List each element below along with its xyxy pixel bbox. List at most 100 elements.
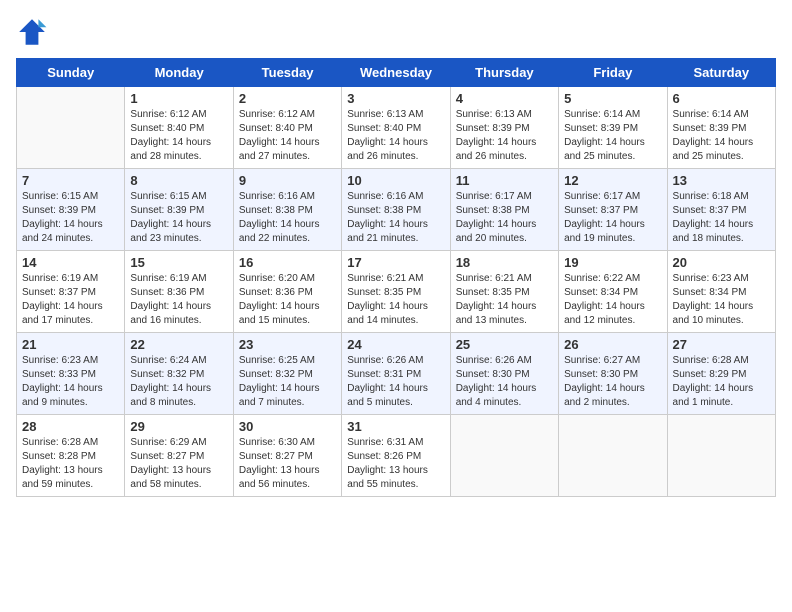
day-number: 5 [564, 91, 661, 106]
weekday-header-thursday: Thursday [450, 59, 558, 87]
week-row-5: 28 Sunrise: 6:28 AM Sunset: 8:28 PM Dayli… [17, 415, 776, 497]
day-number: 8 [130, 173, 227, 188]
day-number: 27 [673, 337, 770, 352]
day-info: Sunrise: 6:19 AM Sunset: 8:37 PM Dayligh… [22, 272, 119, 328]
calendar-cell: 26 Sunrise: 6:27 AM Sunset: 8:30 PM Dayli… [559, 333, 667, 415]
day-number: 7 [22, 173, 119, 188]
day-info: Sunrise: 6:16 AM Sunset: 8:38 PM Dayligh… [347, 190, 444, 246]
calendar-cell: 9 Sunrise: 6:16 AM Sunset: 8:38 PM Daylig… [233, 169, 341, 251]
calendar-cell: 8 Sunrise: 6:15 AM Sunset: 8:39 PM Daylig… [125, 169, 233, 251]
calendar-cell: 12 Sunrise: 6:17 AM Sunset: 8:37 PM Dayli… [559, 169, 667, 251]
calendar-cell: 30 Sunrise: 6:30 AM Sunset: 8:27 PM Dayli… [233, 415, 341, 497]
day-info: Sunrise: 6:26 AM Sunset: 8:30 PM Dayligh… [456, 354, 553, 410]
calendar-cell: 14 Sunrise: 6:19 AM Sunset: 8:37 PM Dayli… [17, 251, 125, 333]
day-number: 4 [456, 91, 553, 106]
weekday-header-saturday: Saturday [667, 59, 775, 87]
calendar-cell: 10 Sunrise: 6:16 AM Sunset: 8:38 PM Dayli… [342, 169, 450, 251]
day-number: 29 [130, 419, 227, 434]
calendar-cell: 2 Sunrise: 6:12 AM Sunset: 8:40 PM Daylig… [233, 87, 341, 169]
week-row-2: 7 Sunrise: 6:15 AM Sunset: 8:39 PM Daylig… [17, 169, 776, 251]
calendar-cell: 11 Sunrise: 6:17 AM Sunset: 8:38 PM Dayli… [450, 169, 558, 251]
day-info: Sunrise: 6:12 AM Sunset: 8:40 PM Dayligh… [239, 108, 336, 164]
day-number: 2 [239, 91, 336, 106]
calendar-cell: 25 Sunrise: 6:26 AM Sunset: 8:30 PM Dayli… [450, 333, 558, 415]
calendar-cell: 17 Sunrise: 6:21 AM Sunset: 8:35 PM Dayli… [342, 251, 450, 333]
day-number: 1 [130, 91, 227, 106]
calendar-cell: 20Sunrise: 6:23 AM Sunset: 8:34 PM Dayli… [667, 251, 775, 333]
day-number: 3 [347, 91, 444, 106]
calendar-cell [559, 415, 667, 497]
day-number: 26 [564, 337, 661, 352]
day-info: Sunrise: 6:14 AM Sunset: 8:39 PM Dayligh… [564, 108, 661, 164]
calendar-cell: 29 Sunrise: 6:29 AM Sunset: 8:27 PM Dayli… [125, 415, 233, 497]
day-info: Sunrise: 6:15 AM Sunset: 8:39 PM Dayligh… [22, 190, 119, 246]
calendar-cell [667, 415, 775, 497]
calendar-cell: 19Sunrise: 6:22 AM Sunset: 8:34 PM Dayli… [559, 251, 667, 333]
day-info: Sunrise: 6:13 AM Sunset: 8:40 PM Dayligh… [347, 108, 444, 164]
day-number: 20 [673, 255, 770, 270]
day-number: 11 [456, 173, 553, 188]
calendar-cell: 24 Sunrise: 6:26 AM Sunset: 8:31 PM Dayli… [342, 333, 450, 415]
calendar-cell: 15 Sunrise: 6:19 AM Sunset: 8:36 PM Dayli… [125, 251, 233, 333]
day-number: 23 [239, 337, 336, 352]
day-info: Sunrise: 6:17 AM Sunset: 8:37 PM Dayligh… [564, 190, 661, 246]
weekday-header-sunday: Sunday [17, 59, 125, 87]
day-number: 10 [347, 173, 444, 188]
day-number: 15 [130, 255, 227, 270]
day-info: Sunrise: 6:25 AM Sunset: 8:32 PM Dayligh… [239, 354, 336, 410]
day-info: Sunrise: 6:13 AM Sunset: 8:39 PM Dayligh… [456, 108, 553, 164]
calendar-cell: 6Sunrise: 6:14 AM Sunset: 8:39 PM Daylig… [667, 87, 775, 169]
week-row-4: 21Sunrise: 6:23 AM Sunset: 8:33 PM Dayli… [17, 333, 776, 415]
calendar-cell: 28 Sunrise: 6:28 AM Sunset: 8:28 PM Dayli… [17, 415, 125, 497]
day-number: 19 [564, 255, 661, 270]
weekday-header-friday: Friday [559, 59, 667, 87]
day-info: Sunrise: 6:29 AM Sunset: 8:27 PM Dayligh… [130, 436, 227, 492]
header [16, 16, 776, 48]
day-info: Sunrise: 6:16 AM Sunset: 8:38 PM Dayligh… [239, 190, 336, 246]
day-info: Sunrise: 6:30 AM Sunset: 8:27 PM Dayligh… [239, 436, 336, 492]
day-info: Sunrise: 6:17 AM Sunset: 8:38 PM Dayligh… [456, 190, 553, 246]
weekday-header-tuesday: Tuesday [233, 59, 341, 87]
day-info: Sunrise: 6:28 AM Sunset: 8:28 PM Dayligh… [22, 436, 119, 492]
day-number: 16 [239, 255, 336, 270]
calendar-cell: 18Sunrise: 6:21 AM Sunset: 8:35 PM Dayli… [450, 251, 558, 333]
calendar-cell: 16 Sunrise: 6:20 AM Sunset: 8:36 PM Dayli… [233, 251, 341, 333]
day-number: 22 [130, 337, 227, 352]
day-number: 21 [22, 337, 119, 352]
logo [16, 16, 54, 48]
day-number: 9 [239, 173, 336, 188]
day-number: 31 [347, 419, 444, 434]
calendar-cell: 3 Sunrise: 6:13 AM Sunset: 8:40 PM Daylig… [342, 87, 450, 169]
day-number: 30 [239, 419, 336, 434]
day-number: 28 [22, 419, 119, 434]
calendar-cell [17, 87, 125, 169]
calendar-cell: 31Sunrise: 6:31 AM Sunset: 8:26 PM Dayli… [342, 415, 450, 497]
day-number: 25 [456, 337, 553, 352]
calendar-cell [450, 415, 558, 497]
week-row-1: 1 Sunrise: 6:12 AM Sunset: 8:40 PM Daylig… [17, 87, 776, 169]
day-info: Sunrise: 6:19 AM Sunset: 8:36 PM Dayligh… [130, 272, 227, 328]
day-info: Sunrise: 6:12 AM Sunset: 8:40 PM Dayligh… [130, 108, 227, 164]
day-number: 17 [347, 255, 444, 270]
calendar-cell: 13Sunrise: 6:18 AM Sunset: 8:37 PM Dayli… [667, 169, 775, 251]
calendar-cell: 22Sunrise: 6:24 AM Sunset: 8:32 PM Dayli… [125, 333, 233, 415]
calendar: SundayMondayTuesdayWednesdayThursdayFrid… [16, 58, 776, 497]
day-number: 18 [456, 255, 553, 270]
logo-icon [16, 16, 48, 48]
weekday-header-row: SundayMondayTuesdayWednesdayThursdayFrid… [17, 59, 776, 87]
day-info: Sunrise: 6:26 AM Sunset: 8:31 PM Dayligh… [347, 354, 444, 410]
day-info: Sunrise: 6:27 AM Sunset: 8:30 PM Dayligh… [564, 354, 661, 410]
day-number: 14 [22, 255, 119, 270]
calendar-cell: 4 Sunrise: 6:13 AM Sunset: 8:39 PM Daylig… [450, 87, 558, 169]
day-info: Sunrise: 6:21 AM Sunset: 8:35 PM Dayligh… [347, 272, 444, 328]
weekday-header-wednesday: Wednesday [342, 59, 450, 87]
day-info: Sunrise: 6:20 AM Sunset: 8:36 PM Dayligh… [239, 272, 336, 328]
day-info: Sunrise: 6:15 AM Sunset: 8:39 PM Dayligh… [130, 190, 227, 246]
calendar-cell: 23 Sunrise: 6:25 AM Sunset: 8:32 PM Dayli… [233, 333, 341, 415]
calendar-cell: 1 Sunrise: 6:12 AM Sunset: 8:40 PM Daylig… [125, 87, 233, 169]
day-number: 24 [347, 337, 444, 352]
calendar-cell: 21Sunrise: 6:23 AM Sunset: 8:33 PM Dayli… [17, 333, 125, 415]
day-number: 12 [564, 173, 661, 188]
calendar-cell: 7 Sunrise: 6:15 AM Sunset: 8:39 PM Daylig… [17, 169, 125, 251]
calendar-cell: 27Sunrise: 6:28 AM Sunset: 8:29 PM Dayli… [667, 333, 775, 415]
